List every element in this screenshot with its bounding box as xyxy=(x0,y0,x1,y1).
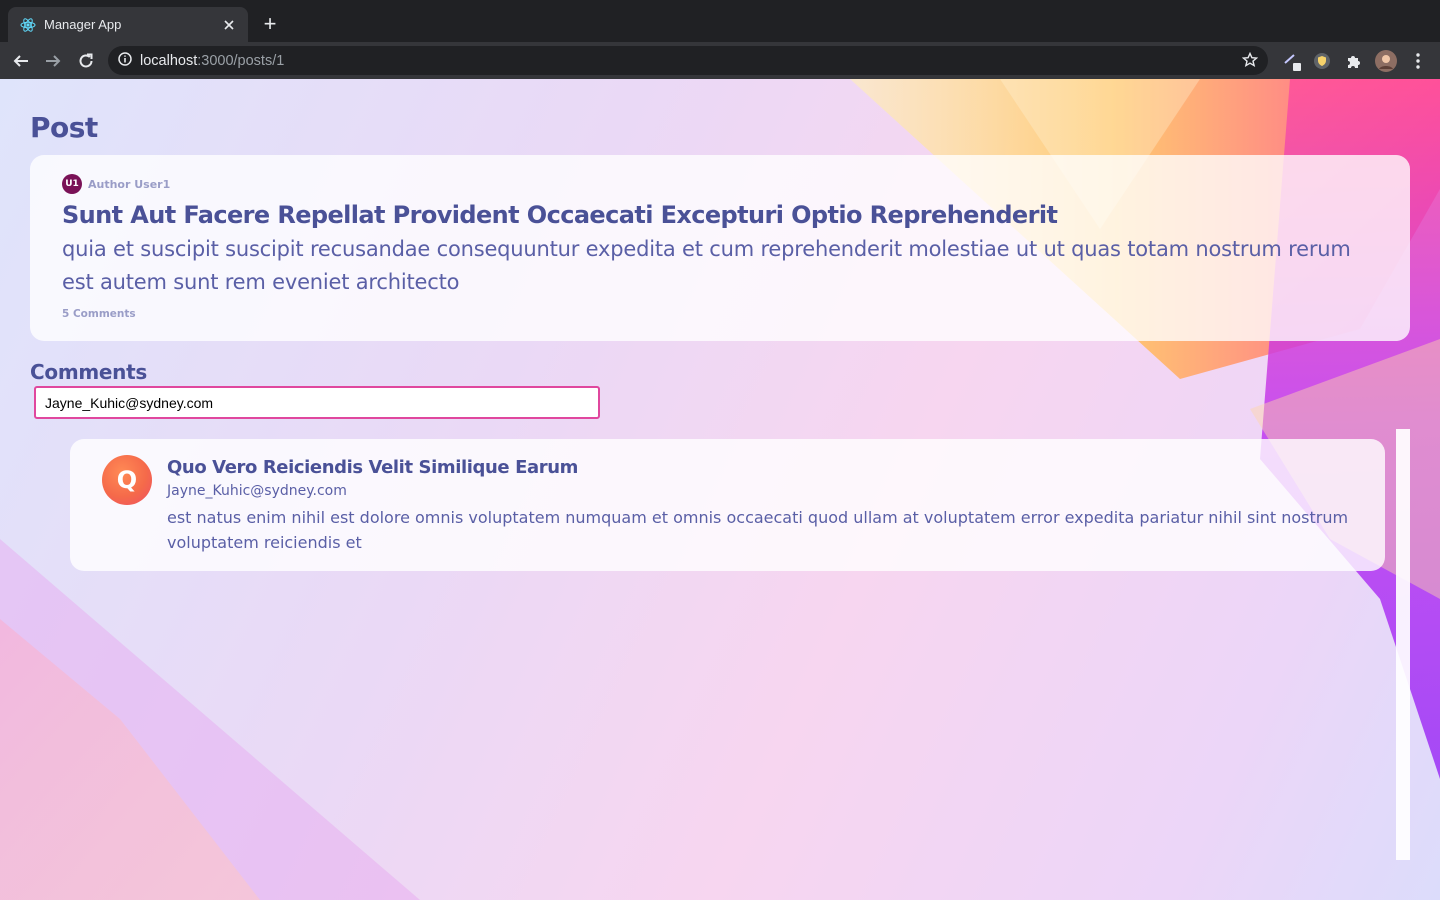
forward-icon[interactable] xyxy=(40,48,66,74)
browser-menu-icon[interactable] xyxy=(1407,50,1429,72)
post-card: U1 Author User1 Sunt Aut Facere Repellat… xyxy=(30,155,1410,341)
comment-title: Quo Vero Reiciendis Velit Similique Earu… xyxy=(167,457,578,478)
extension-shield-icon[interactable] xyxy=(1311,50,1333,72)
comments-heading: Comments xyxy=(30,360,147,384)
comment-filter-input[interactable] xyxy=(34,386,600,419)
browser-tab[interactable]: Manager App xyxy=(8,7,248,42)
comment-avatar: Q xyxy=(102,455,152,505)
comment-card: Q Quo Vero Reiciendis Velit Similique Ea… xyxy=(70,439,1385,571)
new-tab-icon[interactable]: + xyxy=(258,13,282,37)
bookmark-star-icon[interactable] xyxy=(1241,51,1259,72)
comments-scrollbar[interactable] xyxy=(1396,429,1410,860)
browser-tab-strip: Manager App + xyxy=(0,0,1440,42)
comment-body: est natus enim nihil est dolore omnis vo… xyxy=(167,508,1349,552)
address-bar[interactable]: localhost:3000/posts/1 xyxy=(108,46,1268,75)
extensions-puzzle-icon[interactable] xyxy=(1343,50,1365,72)
url-path: :3000/posts/1 xyxy=(197,52,285,69)
comment-email: Jayne_Kuhic@sydney.com xyxy=(167,483,347,499)
page-viewport: Post U1 Author User1 Sunt Aut Facere Rep… xyxy=(0,79,1440,900)
tab-title: Manager App xyxy=(44,17,122,32)
author-row: U1 Author User1 xyxy=(62,174,1378,194)
comments-count: 5 Comments xyxy=(62,308,136,320)
post-body: quia et suscipit suscipit recusandae con… xyxy=(62,237,1351,294)
profile-avatar-icon[interactable] xyxy=(1375,50,1397,72)
url-host: localhost xyxy=(140,52,198,69)
react-icon xyxy=(20,17,36,33)
browser-toolbar: localhost:3000/posts/1 xyxy=(0,42,1440,79)
back-icon[interactable] xyxy=(8,48,34,74)
extension-edit-icon[interactable] xyxy=(1281,50,1303,72)
reload-icon[interactable] xyxy=(73,48,99,74)
post-title: Sunt Aut Facere Repellat Provident Occae… xyxy=(62,201,1058,229)
author-avatar: U1 xyxy=(62,174,82,194)
close-tab-icon[interactable] xyxy=(220,16,238,34)
info-icon[interactable] xyxy=(118,51,132,70)
page-title: Post xyxy=(30,111,98,144)
author-name[interactable]: Author User1 xyxy=(88,178,170,191)
